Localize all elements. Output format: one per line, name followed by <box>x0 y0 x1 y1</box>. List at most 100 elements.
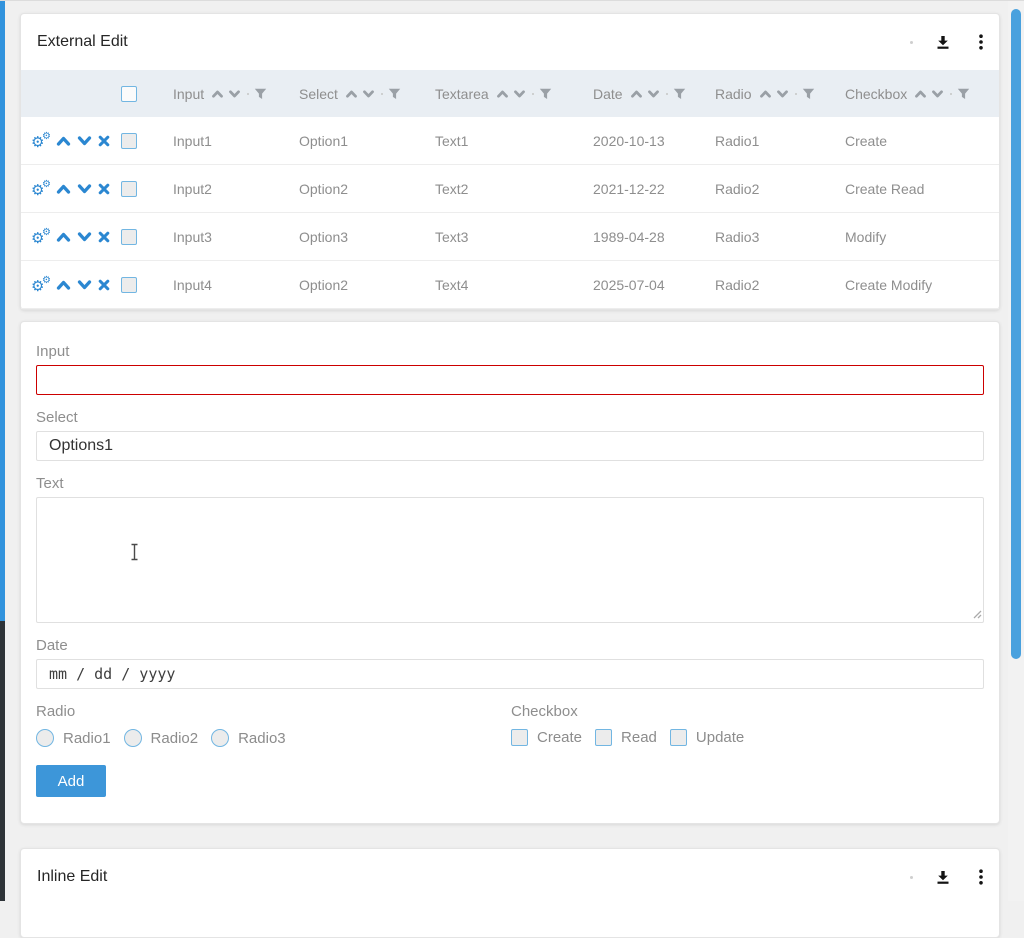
cell-date: 2025-07-04 <box>581 277 703 293</box>
cell-radio: Radio2 <box>703 277 833 293</box>
select-label: Select <box>36 409 984 426</box>
column-header[interactable]: Checkbox <box>833 86 999 102</box>
column-header[interactable]: Radio <box>703 86 833 102</box>
table-row: ⚙⚙ Input4Option2Text42025-07-04Radio2Cre… <box>21 261 999 309</box>
card-header: Inline Edit <box>21 849 999 905</box>
move-up-icon[interactable] <box>56 183 71 195</box>
external-edit-card: External Edit Input Select <box>20 13 1000 310</box>
sort-ascending-icon[interactable] <box>496 89 509 99</box>
row-checkbox[interactable] <box>121 181 137 197</box>
move-down-icon[interactable] <box>77 183 92 195</box>
delete-icon[interactable] <box>98 279 110 291</box>
column-header-label: Date <box>593 86 623 102</box>
radio-option-label: Radio2 <box>151 730 199 747</box>
radio-option[interactable]: Radio3 <box>211 729 286 747</box>
filter-icon[interactable] <box>539 88 552 100</box>
checkbox[interactable] <box>511 729 528 746</box>
radio-button[interactable] <box>211 729 229 747</box>
checkbox-option[interactable]: Update <box>670 729 744 746</box>
row-checkbox[interactable] <box>121 133 137 149</box>
row-actions: ⚙⚙ <box>21 276 111 294</box>
kebab-menu-icon[interactable] <box>979 34 983 50</box>
settings-icon[interactable]: ⚙⚙ <box>31 180 50 198</box>
checkbox-option[interactable]: Read <box>595 729 657 746</box>
download-icon[interactable] <box>935 869 951 885</box>
row-select-cell <box>111 181 161 197</box>
move-down-icon[interactable] <box>77 231 92 243</box>
row-checkbox[interactable] <box>121 277 137 293</box>
sort-descending-icon[interactable] <box>647 89 660 99</box>
text-area[interactable] <box>36 497 984 623</box>
select-all-checkbox[interactable] <box>121 86 137 102</box>
resize-dot <box>666 93 668 95</box>
settings-icon[interactable]: ⚙⚙ <box>31 228 50 246</box>
inline-edit-card: Inline Edit <box>20 848 1000 938</box>
sort-descending-icon[interactable] <box>513 89 526 99</box>
checkbox-option[interactable]: Create <box>511 729 582 746</box>
radio-button[interactable] <box>36 729 54 747</box>
select-field[interactable]: Options1 <box>36 431 984 461</box>
delete-icon[interactable] <box>98 135 110 147</box>
resize-handle-icon[interactable] <box>971 608 982 619</box>
filter-icon[interactable] <box>254 88 267 100</box>
settings-icon[interactable]: ⚙⚙ <box>31 132 50 150</box>
cell-date: 2020-10-13 <box>581 133 703 149</box>
scrollbar-track[interactable] <box>1008 1 1024 901</box>
table-row: ⚙⚙ Input1Option1Text12020-10-13Radio1Cre… <box>21 117 999 165</box>
radio-button[interactable] <box>124 729 142 747</box>
radio-option[interactable]: Radio1 <box>36 729 111 747</box>
column-header[interactable]: Textarea <box>423 86 581 102</box>
checkbox[interactable] <box>595 729 612 746</box>
column-header[interactable]: Input <box>161 86 287 102</box>
row-checkbox[interactable] <box>121 229 137 245</box>
input-label: Input <box>36 343 984 360</box>
sort-ascending-icon[interactable] <box>630 89 643 99</box>
cell-textarea: Text4 <box>423 277 581 293</box>
filter-icon[interactable] <box>802 88 815 100</box>
settings-icon[interactable]: ⚙⚙ <box>31 276 50 294</box>
radio-option[interactable]: Radio2 <box>124 729 199 747</box>
left-dark-bar <box>0 621 5 901</box>
move-up-icon[interactable] <box>56 279 71 291</box>
sort-descending-icon[interactable] <box>228 89 241 99</box>
row-select-cell <box>111 277 161 293</box>
sort-ascending-icon[interactable] <box>914 89 927 99</box>
column-header[interactable]: Select <box>287 86 423 102</box>
scrollbar-thumb[interactable] <box>1011 9 1021 659</box>
add-button[interactable]: Add <box>36 765 106 797</box>
card-header: External Edit <box>21 14 999 70</box>
move-down-icon[interactable] <box>77 135 92 147</box>
table-row: ⚙⚙ Input2Option2Text22021-12-22Radio2Cre… <box>21 165 999 213</box>
move-up-icon[interactable] <box>56 135 71 147</box>
column-header[interactable]: Date <box>581 86 703 102</box>
filter-icon[interactable] <box>388 88 401 100</box>
download-icon[interactable] <box>935 34 951 50</box>
filter-icon[interactable] <box>673 88 686 100</box>
cell-date: 1989-04-28 <box>581 229 703 245</box>
sort-descending-icon[interactable] <box>776 89 789 99</box>
move-down-icon[interactable] <box>77 279 92 291</box>
cell-checkbox: Modify <box>833 229 999 245</box>
filter-icon[interactable] <box>957 88 970 100</box>
move-up-icon[interactable] <box>56 231 71 243</box>
row-actions: ⚙⚙ <box>21 132 111 150</box>
radio-option-label: Radio1 <box>63 730 111 747</box>
sort-ascending-icon[interactable] <box>211 89 224 99</box>
input-field[interactable] <box>36 365 984 395</box>
sort-ascending-icon[interactable] <box>345 89 358 99</box>
cell-select: Option3 <box>287 229 423 245</box>
checkbox[interactable] <box>670 729 687 746</box>
date-input[interactable]: mm / dd / yyyy <box>36 659 984 689</box>
date-placeholder: mm / dd / yyyy <box>49 665 175 683</box>
cell-input: Input3 <box>161 229 287 245</box>
sort-descending-icon[interactable] <box>362 89 375 99</box>
delete-icon[interactable] <box>98 183 110 195</box>
sort-descending-icon[interactable] <box>931 89 944 99</box>
cell-select: Option2 <box>287 181 423 197</box>
kebab-menu-icon[interactable] <box>979 869 983 885</box>
row-select-cell <box>111 133 161 149</box>
sort-ascending-icon[interactable] <box>759 89 772 99</box>
cell-radio: Radio1 <box>703 133 833 149</box>
delete-icon[interactable] <box>98 231 110 243</box>
radio-option-label: Radio3 <box>238 730 286 747</box>
